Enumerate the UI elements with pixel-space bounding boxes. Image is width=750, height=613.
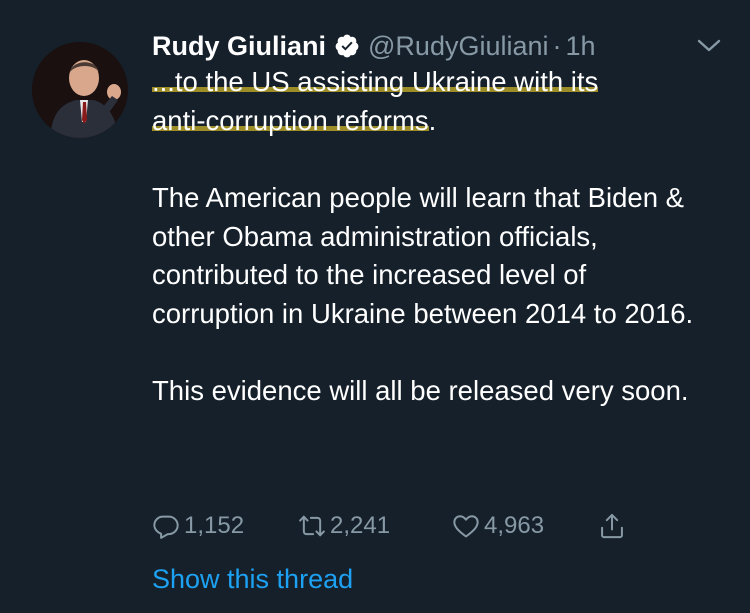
highlighted-text-line-1: ...to the US assisting Ukraine with its [152,66,599,97]
show-thread-link[interactable]: Show this thread [152,564,353,595]
chevron-down-icon[interactable] [696,36,722,56]
highlighted-text-line-2: anti-corruption reforms [152,104,429,136]
retweet-icon [299,515,325,537]
tweet-text: ...to the US assisting Ukraine with its … [152,63,712,411]
heart-icon [453,515,479,538]
tweet-paragraph-3: This evidence will all be released very … [152,375,689,406]
author-handle[interactable]: @RudyGiuliani [368,31,548,62]
avatar[interactable] [32,42,128,138]
tweet-header: Rudy Giuliani @RudyGiuliani · 1h [152,26,596,66]
share-button[interactable] [598,512,626,540]
verified-badge-icon [335,34,359,58]
author-name[interactable]: Rudy Giuliani [152,31,326,62]
tweet-paragraph-2: The American people will learn that Bide… [152,182,694,329]
retweet-count: 2,241 [330,512,391,539]
like-button[interactable]: 4,963 [452,512,598,540]
reply-button[interactable]: 1,152 [152,512,298,540]
tweet-actions: 1,152 2,241 4,963 [152,506,626,546]
tweet-paragraph-1: ...to the US assisting Ukraine with its … [152,63,712,140]
reply-count: 1,152 [184,512,245,539]
tweet-timestamp[interactable]: 1h [566,31,596,62]
tweet-text-period: . [428,104,437,136]
retweet-button[interactable]: 2,241 [298,512,452,540]
share-icon [601,513,623,539]
like-count: 4,963 [484,512,545,539]
header-separator: · [552,30,562,61]
reply-icon [153,515,179,539]
avatar-image [32,42,128,138]
tweet-card[interactable]: Rudy Giuliani @RudyGiuliani · 1h ...to t… [0,0,750,613]
